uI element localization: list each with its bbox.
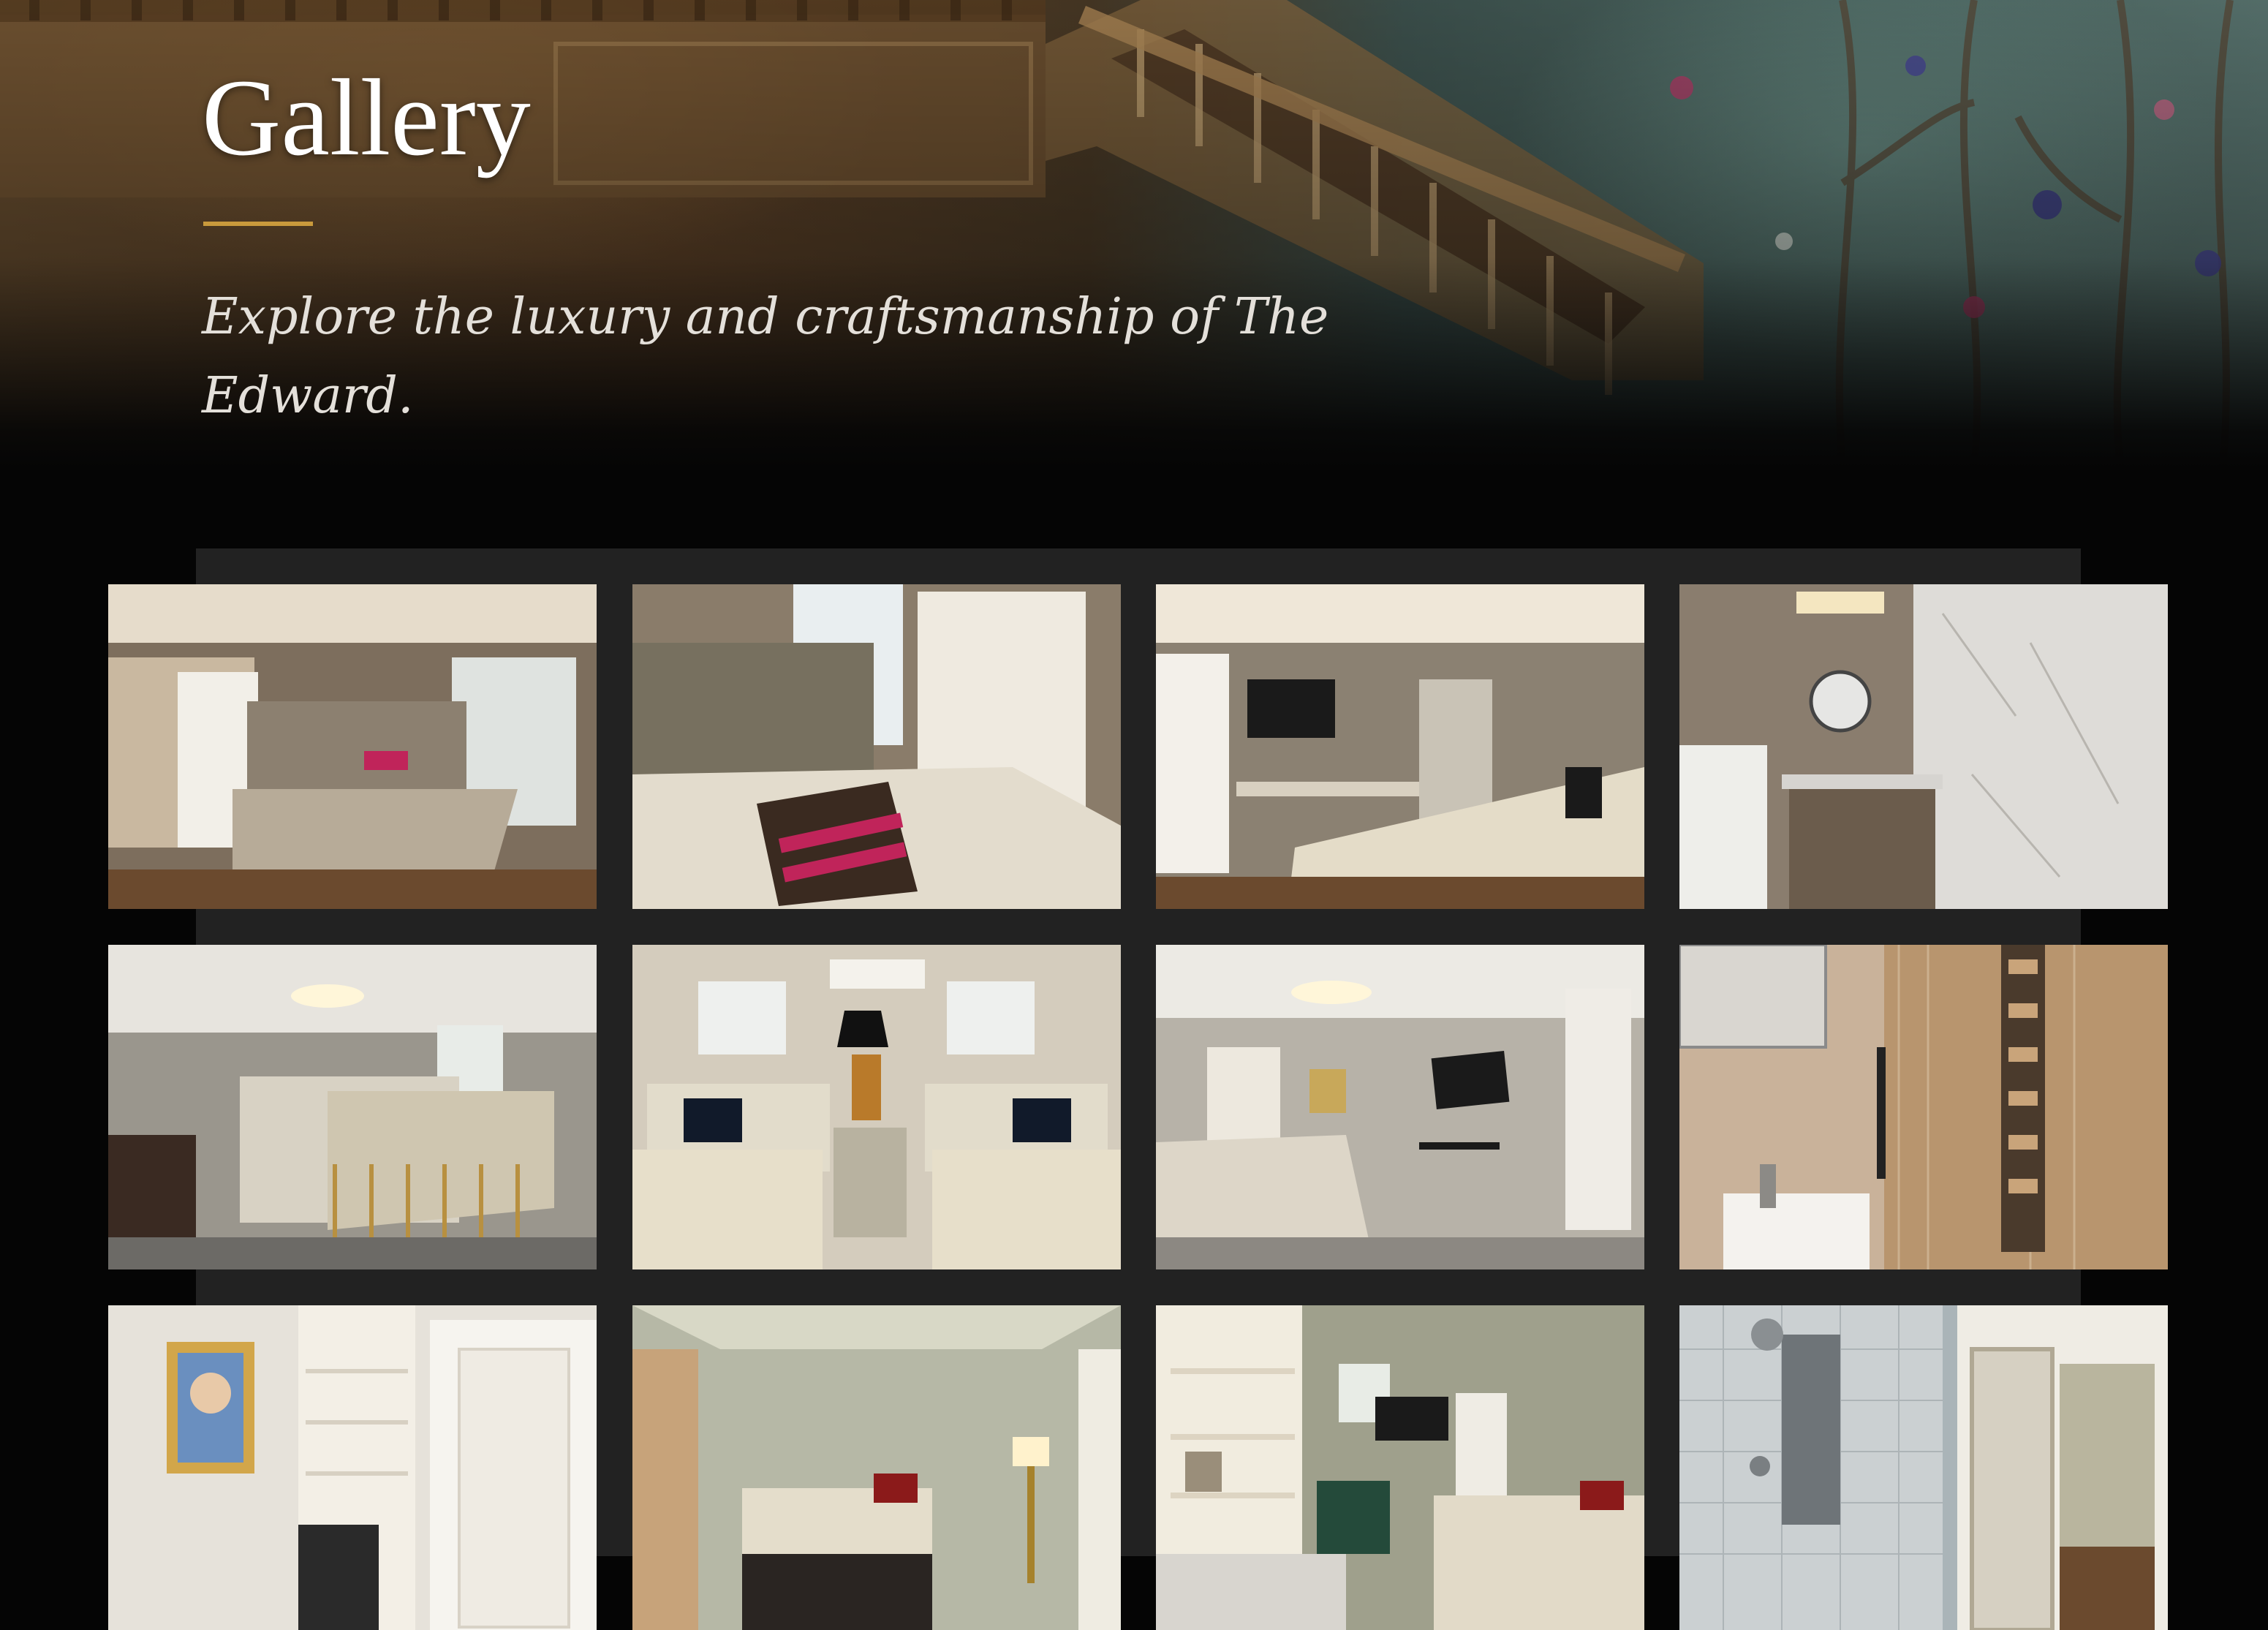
- gallery-photo[interactable]: [632, 584, 1121, 909]
- gallery-photo[interactable]: [632, 1305, 1121, 1630]
- page-title: Gallery: [202, 57, 531, 178]
- page-subtitle: Explore the luxury and craftsmanship of …: [202, 288, 1329, 425]
- gallery-photo[interactable]: [1679, 945, 2168, 1269]
- gallery-photo[interactable]: [1679, 584, 2168, 909]
- gallery-photo[interactable]: [1156, 584, 1644, 909]
- hero-banner: Gallery Explore the luxury and craftsman…: [0, 0, 2268, 468]
- gallery-photo[interactable]: [1156, 945, 1644, 1269]
- gallery-photo[interactable]: [108, 1305, 597, 1630]
- gallery-photo[interactable]: [1679, 1305, 2168, 1630]
- gallery-photo[interactable]: [632, 945, 1121, 1269]
- gallery-photo[interactable]: [108, 584, 597, 909]
- title-accent-rule: [203, 222, 313, 226]
- gallery-photo[interactable]: [1156, 1305, 1644, 1630]
- gallery-photo[interactable]: [108, 945, 597, 1269]
